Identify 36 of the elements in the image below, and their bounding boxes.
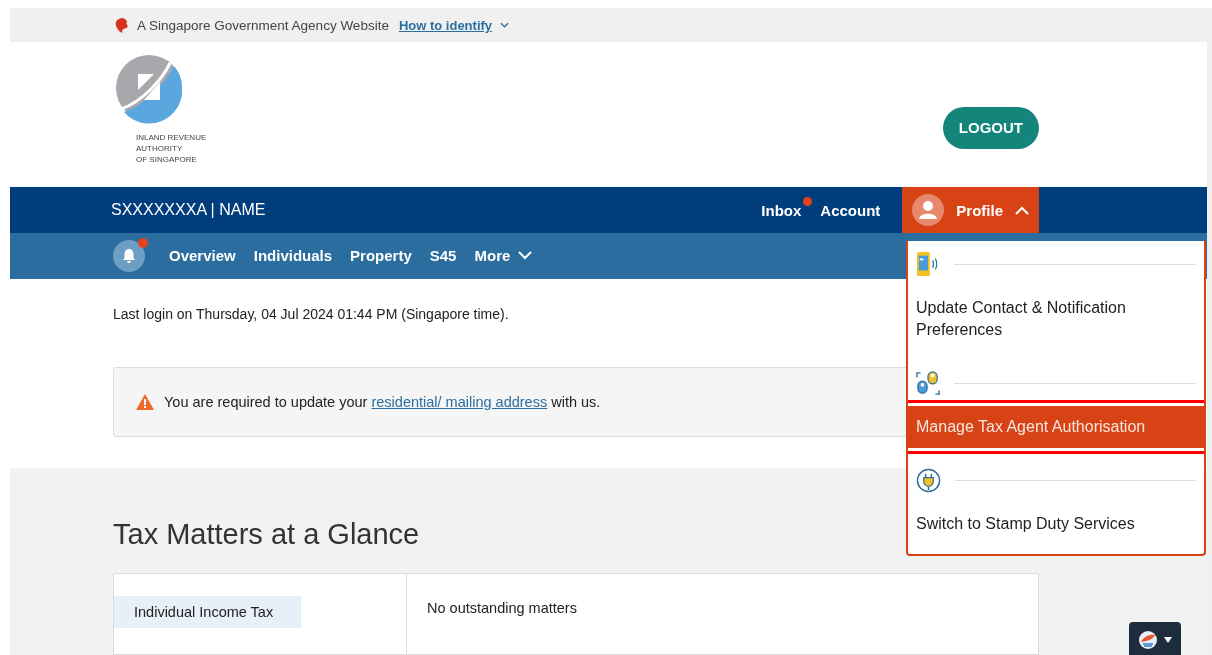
phone-signal-icon bbox=[916, 251, 940, 277]
nav-link[interactable]: S45 bbox=[429, 247, 457, 265]
chevron-down-icon bbox=[500, 22, 510, 29]
lion-head-icon bbox=[114, 16, 129, 34]
nav-link[interactable]: Overview bbox=[169, 247, 236, 265]
notification-bell-button[interactable] bbox=[113, 239, 145, 272]
profile-menu-item[interactable]: Update Contact & Notification Preferences bbox=[908, 287, 1204, 351]
chat-widget-button[interactable] bbox=[1129, 622, 1181, 655]
last-login-text: Last login on Thursday, 04 Jul 2024 01:44 PM (Singapore time). bbox=[113, 305, 509, 322]
profile-button[interactable]: Profile bbox=[902, 187, 1039, 234]
iras-logo-text: INLAND REVENUE AUTHORITY OF SINGAPORE bbox=[136, 132, 207, 166]
chevron-icon bbox=[1015, 205, 1029, 215]
nav-link[interactable]: Individuals bbox=[253, 247, 333, 265]
bell-icon bbox=[121, 247, 137, 264]
gov-banner-text: A Singapore Government Agency Website bbox=[137, 17, 389, 33]
iras-logo-icon bbox=[116, 52, 182, 125]
nav-link[interactable]: More bbox=[474, 247, 533, 265]
profile-menu-item[interactable]: Manage Tax Agent Authorisation bbox=[908, 406, 1204, 448]
nav-link[interactable]: Property bbox=[350, 247, 412, 265]
user-bar-link[interactable]: Inbox bbox=[761, 201, 802, 219]
logout-button[interactable]: LOGOUT bbox=[942, 106, 1039, 149]
how-to-identify-link[interactable]: How to identify bbox=[398, 17, 493, 33]
tax-type-tab[interactable]: Individual Income Tax bbox=[114, 596, 301, 628]
avatar-icon bbox=[912, 194, 945, 227]
warning-icon bbox=[136, 393, 154, 410]
status-message: No outstanding matters bbox=[427, 600, 577, 616]
user-bar-link[interactable]: Account bbox=[820, 201, 881, 219]
caret-down-icon bbox=[1164, 637, 1172, 643]
section-title: Tax Matters at a Glance bbox=[113, 518, 420, 551]
profile-menu-item[interactable]: Switch to Stamp Duty Services bbox=[908, 503, 1204, 545]
plug-icon bbox=[916, 467, 941, 493]
two-people-icon bbox=[916, 370, 940, 396]
chat-logo-icon bbox=[1138, 630, 1158, 650]
address-link[interactable]: residential/ mailing address bbox=[371, 393, 548, 410]
user-id-name: SXXXXXXXA | NAME bbox=[111, 201, 266, 220]
alert-message: You are required to update your residential/ mailing address with us. bbox=[164, 393, 601, 410]
